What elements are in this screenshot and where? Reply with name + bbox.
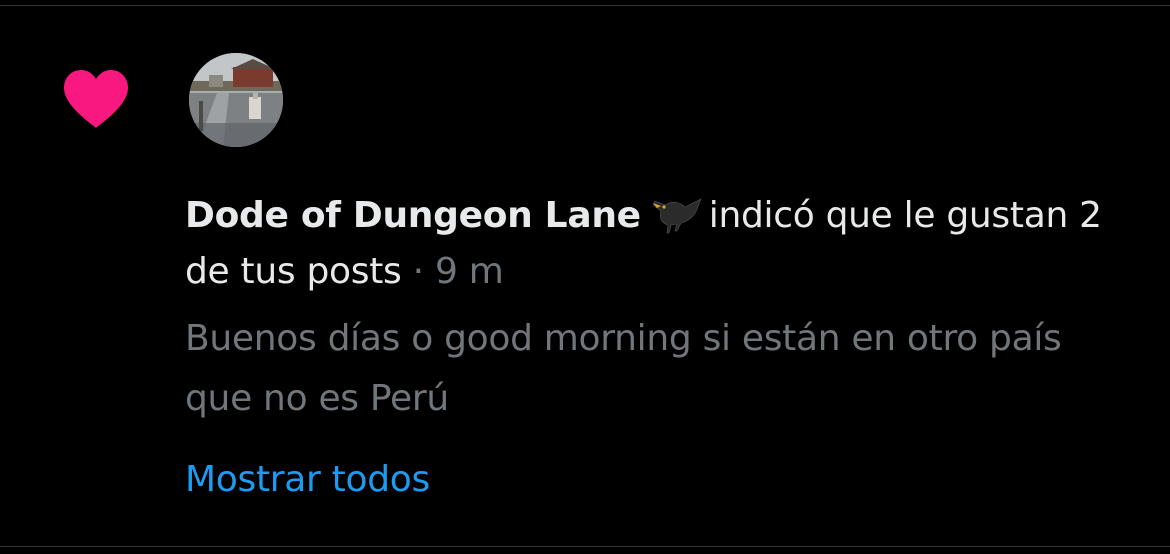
like-notification[interactable]: Dode of Dungeon Lane indicó que le gusta… (0, 6, 1170, 546)
avatar[interactable] (189, 53, 283, 147)
heart-icon (62, 68, 130, 130)
notification-text: Dode of Dungeon Lane indicó que le gusta… (185, 188, 1115, 300)
timestamp: 9 m (434, 251, 504, 292)
show-all-link[interactable]: Mostrar todos (185, 452, 430, 508)
notifications-page: Dode of Dungeon Lane indicó que le gusta… (0, 0, 1170, 554)
divider (0, 546, 1170, 547)
post-preview-text[interactable]: Buenos días o good morning si están en o… (185, 309, 1115, 429)
author-name[interactable]: Dode of Dungeon Lane (185, 195, 641, 236)
blackbird-emoji-icon (647, 191, 705, 235)
separator-dot: · (412, 251, 424, 292)
